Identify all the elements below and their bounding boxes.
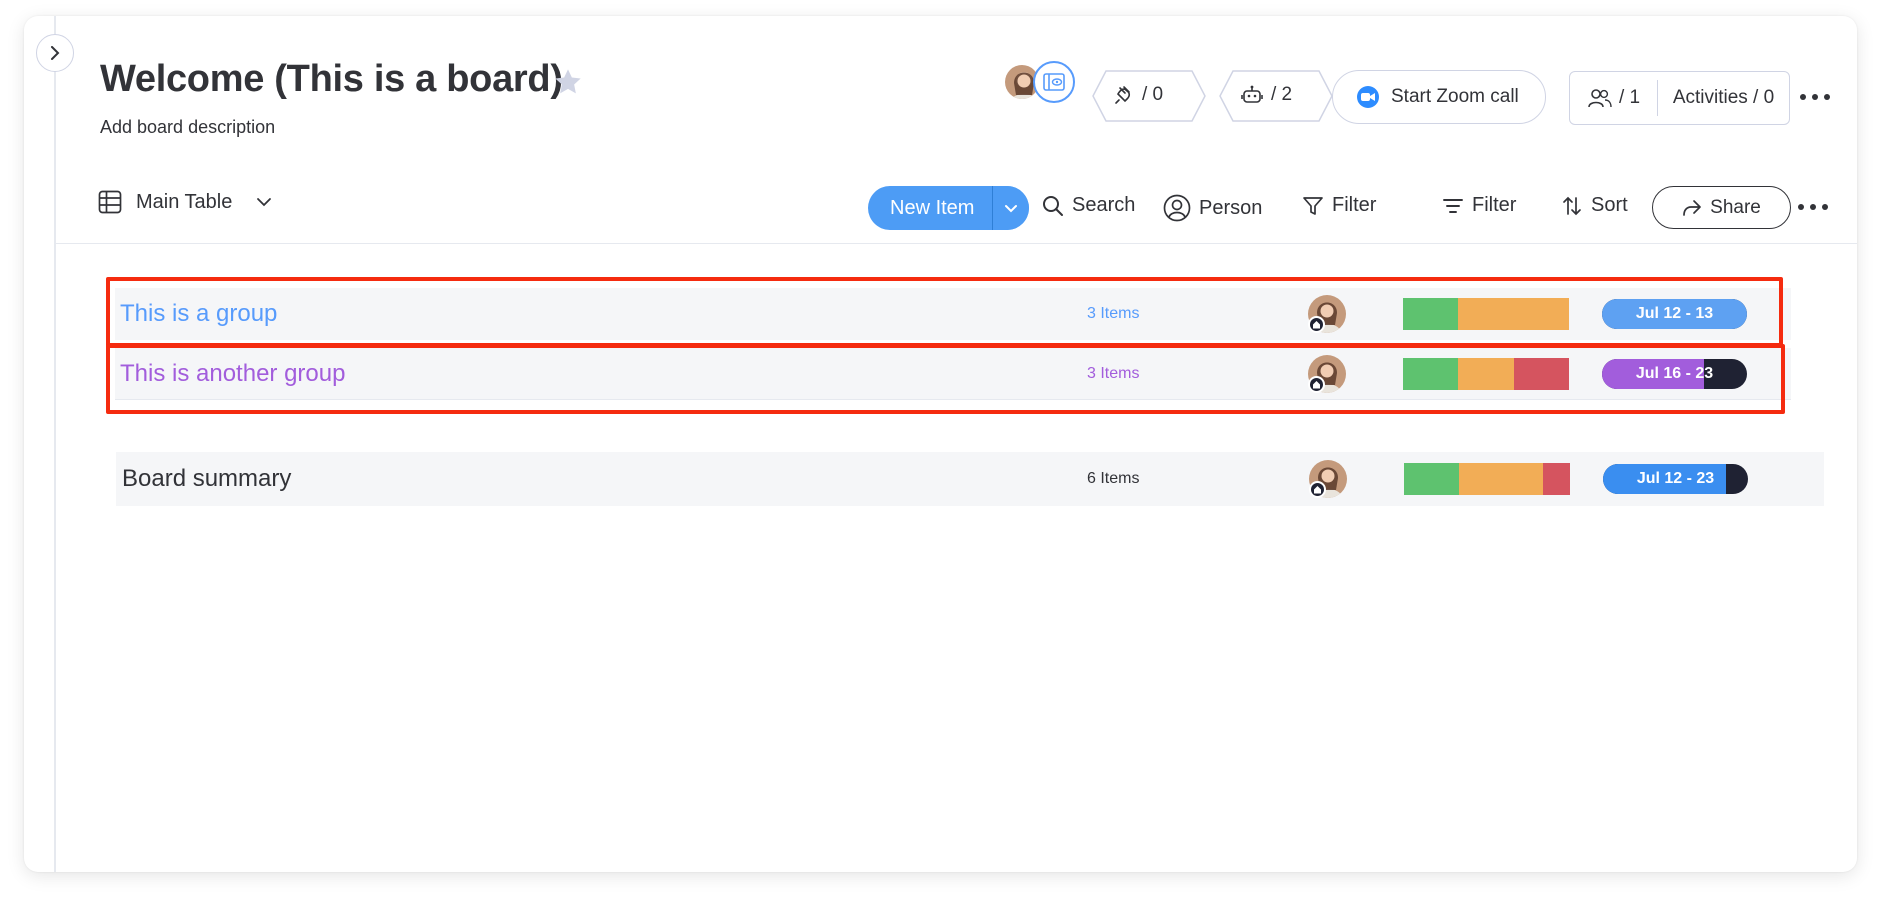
filter-label: Filter <box>1332 194 1377 216</box>
integrations-button[interactable]: / 0 <box>1092 70 1206 122</box>
chevron-down-icon <box>1005 204 1018 212</box>
share-button[interactable]: Share <box>1652 186 1791 229</box>
table-icon <box>98 190 122 214</box>
automations-button[interactable]: / 2 <box>1219 70 1333 122</box>
highlight-box <box>106 277 1783 347</box>
toolbar-divider <box>56 243 1857 244</box>
funnel-icon <box>1303 196 1323 215</box>
board-summary-row: Board summary 6 Items Jul 12 - 23 <box>116 452 1824 506</box>
sort-label: Sort <box>1591 194 1628 216</box>
status-summary-bar[interactable] <box>1404 463 1570 495</box>
highlight-box <box>106 344 1785 414</box>
timeline-summary-pill[interactable]: Jul 12 - 23 <box>1603 464 1748 494</box>
share-arrow-icon <box>1683 199 1701 216</box>
dot <box>1798 204 1804 210</box>
watchers-button[interactable] <box>1033 61 1075 103</box>
person-label: Person <box>1199 196 1263 219</box>
dot <box>1800 94 1806 100</box>
timeline-label: Jul 12 - 23 <box>1636 470 1715 487</box>
left-rail <box>54 16 56 872</box>
board-more-menu-button[interactable] <box>1800 92 1830 102</box>
new-item-button[interactable]: New Item <box>868 186 994 230</box>
dot <box>1812 94 1818 100</box>
home-badge-icon <box>1309 481 1326 498</box>
person-circle-icon <box>1163 194 1191 222</box>
zoom-icon <box>1357 86 1379 108</box>
start-zoom-call-button[interactable]: Start Zoom call <box>1332 70 1546 124</box>
sort-button[interactable]: Sort <box>1561 194 1628 217</box>
summary-item-count: 6 Items <box>1087 470 1140 487</box>
filter2-label: Filter <box>1472 194 1517 216</box>
share-label: Share <box>1710 196 1761 218</box>
quick-filter-button[interactable]: Filter <box>1442 194 1516 217</box>
new-item-split-button: New Item <box>868 186 1030 230</box>
chevron-right-icon <box>51 46 60 60</box>
filter-button[interactable]: Filter <box>1302 194 1376 217</box>
members-button[interactable]: / 1 <box>1570 80 1658 116</box>
search-button[interactable]: Search <box>1042 194 1135 217</box>
dot <box>1822 204 1828 210</box>
robot-icon <box>1241 85 1263 103</box>
toolbar-more-menu-button[interactable] <box>1798 202 1828 212</box>
star-icon[interactable] <box>552 66 584 98</box>
view-tab-label: Main Table <box>136 190 233 213</box>
search-label: Search <box>1072 194 1136 216</box>
expand-sidebar-button[interactable] <box>36 34 74 72</box>
status-segment <box>1404 463 1459 495</box>
automations-count: / 2 <box>1271 84 1293 105</box>
new-item-dropdown-button[interactable] <box>993 186 1030 230</box>
zoom-label: Start Zoom call <box>1391 86 1519 107</box>
board-title[interactable]: Welcome (This is a board) <box>100 58 563 101</box>
chevron-down-icon[interactable] <box>256 197 272 207</box>
board-card: Welcome (This is a board) Add board desc… <box>24 16 1857 872</box>
dot <box>1810 204 1816 210</box>
eye-board-icon <box>1043 73 1065 91</box>
members-count: / 1 <box>1618 87 1641 108</box>
status-segment <box>1459 463 1543 495</box>
people-icon <box>1588 89 1612 108</box>
view-tab-main-table[interactable]: Main Table <box>98 190 272 214</box>
dot <box>1824 94 1830 100</box>
members-activity-box: / 1 Activities / 0 <box>1569 71 1790 125</box>
filter-lines-icon <box>1443 198 1463 213</box>
integrations-count: / 0 <box>1142 84 1164 105</box>
search-icon <box>1043 195 1063 216</box>
plug-icon <box>1115 86 1131 104</box>
board-description[interactable]: Add board description <box>100 117 275 138</box>
sort-arrows-icon <box>1563 196 1581 215</box>
activities-button[interactable]: Activities / 0 <box>1658 87 1789 109</box>
summary-title: Board summary <box>122 465 292 492</box>
status-segment <box>1543 463 1570 495</box>
person-filter-button[interactable]: Person <box>1163 194 1262 222</box>
